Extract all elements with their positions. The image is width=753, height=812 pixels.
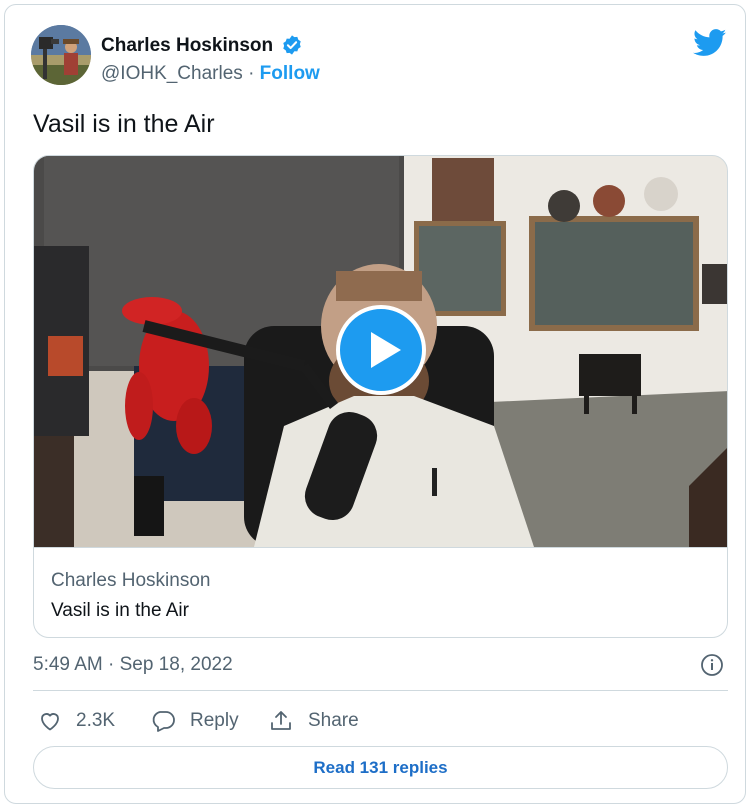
share-button[interactable]: Share <box>268 707 359 735</box>
card-source: Charles Hoskinson <box>51 570 211 591</box>
card-title: Vasil is in the Air <box>51 600 189 621</box>
tweet-text: Vasil is in the Air <box>33 110 215 138</box>
info-icon[interactable] <box>700 653 724 677</box>
handle-separator: · <box>248 63 255 84</box>
author-handle[interactable]: @IOHK_Charles <box>101 63 243 84</box>
heart-icon <box>41 713 59 731</box>
speech-bubble-icon <box>152 711 175 732</box>
play-icon <box>371 332 401 368</box>
reply-label: Reply <box>190 710 239 731</box>
avatar[interactable] <box>31 25 91 85</box>
verified-badge-icon <box>283 35 301 55</box>
tweet-timestamp[interactable]: 5:49 AM · Sep 18, 2022 <box>33 654 233 676</box>
handle-row: @IOHK_Charles · Follow <box>101 63 320 85</box>
like-count: 2.3K <box>76 710 116 731</box>
author-name[interactable]: Charles Hoskinson <box>101 35 273 57</box>
actions-divider <box>33 690 728 691</box>
read-replies-button[interactable]: Read 131 replies <box>33 746 728 789</box>
share-upload-icon <box>271 711 291 730</box>
embedded-tweet-card: Charles Hoskinson @IOHK_Charles · Follow… <box>4 4 746 804</box>
follow-link[interactable]: Follow <box>260 63 320 84</box>
reply-button[interactable]: Reply <box>150 707 239 735</box>
video-thumbnail[interactable] <box>34 156 727 547</box>
twitter-bird-icon[interactable] <box>693 29 727 57</box>
media-card[interactable]: Charles Hoskinson Vasil is in the Air <box>33 155 728 638</box>
card-divider <box>34 547 727 548</box>
share-label: Share <box>308 710 359 731</box>
like-button[interactable]: 2.3K <box>38 707 115 735</box>
play-button[interactable] <box>336 305 426 395</box>
